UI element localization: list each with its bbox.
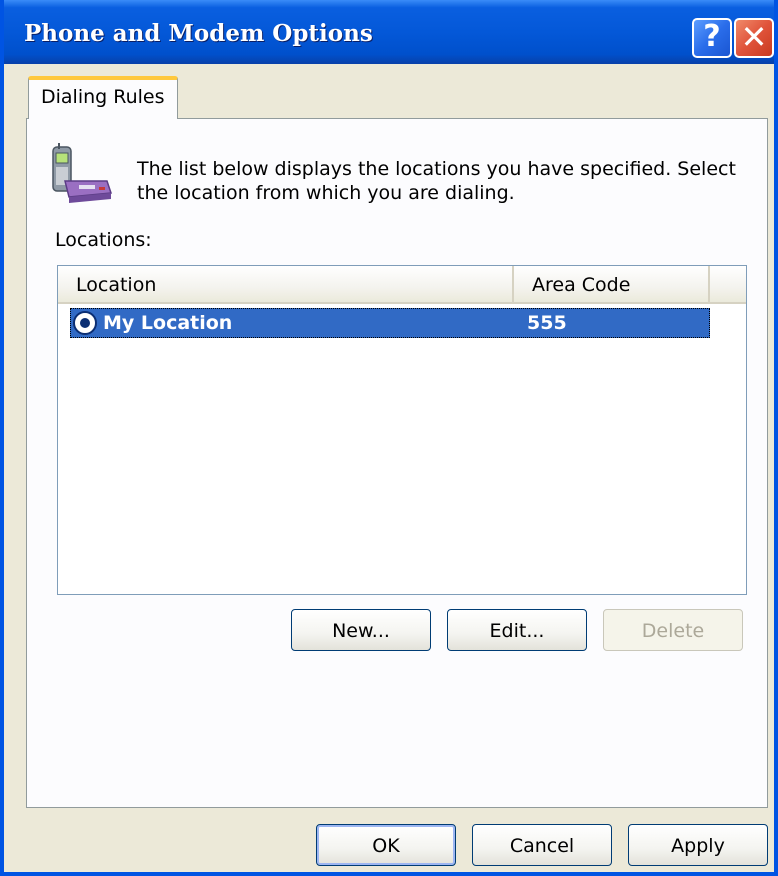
tab-label: Dialing Rules (41, 86, 165, 108)
close-icon: ✕ (740, 18, 768, 56)
new-button[interactable]: New... (291, 609, 431, 651)
phone-modem-icon (52, 143, 113, 203)
apply-button[interactable]: Apply (628, 824, 768, 866)
title-bar[interactable]: Phone and Modem Options ? ✕ (4, 0, 774, 64)
location-area-code: 555 (527, 312, 567, 334)
delete-button: Delete (603, 609, 743, 651)
ok-button[interactable]: OK (316, 824, 456, 866)
list-item[interactable]: My Location 555 (70, 308, 710, 338)
dialing-rules-panel: The list below displays the locations yo… (26, 118, 768, 808)
locations-list[interactable]: Location Area Code My Location 555 (57, 265, 747, 595)
tab-dialing-rules[interactable]: Dialing Rules (28, 76, 178, 119)
list-header: Location Area Code (58, 266, 746, 304)
window-title: Phone and Modem Options (24, 20, 373, 47)
help-icon: ? (703, 19, 721, 54)
cancel-button[interactable]: Cancel (472, 824, 612, 866)
column-header-area-code[interactable]: Area Code (514, 266, 710, 302)
close-button[interactable]: ✕ (734, 18, 774, 58)
intro-text: The list below displays the locations yo… (137, 158, 736, 204)
locations-label: Locations: (55, 229, 152, 251)
phone-modem-options-window: Phone and Modem Options ? ✕ Dialing Rule… (0, 0, 778, 876)
help-button[interactable]: ? (692, 18, 732, 58)
location-name: My Location (103, 312, 233, 334)
edit-button[interactable]: Edit... (447, 609, 587, 651)
location-selected-icon (73, 311, 97, 335)
column-header-location[interactable]: Location (58, 266, 514, 302)
